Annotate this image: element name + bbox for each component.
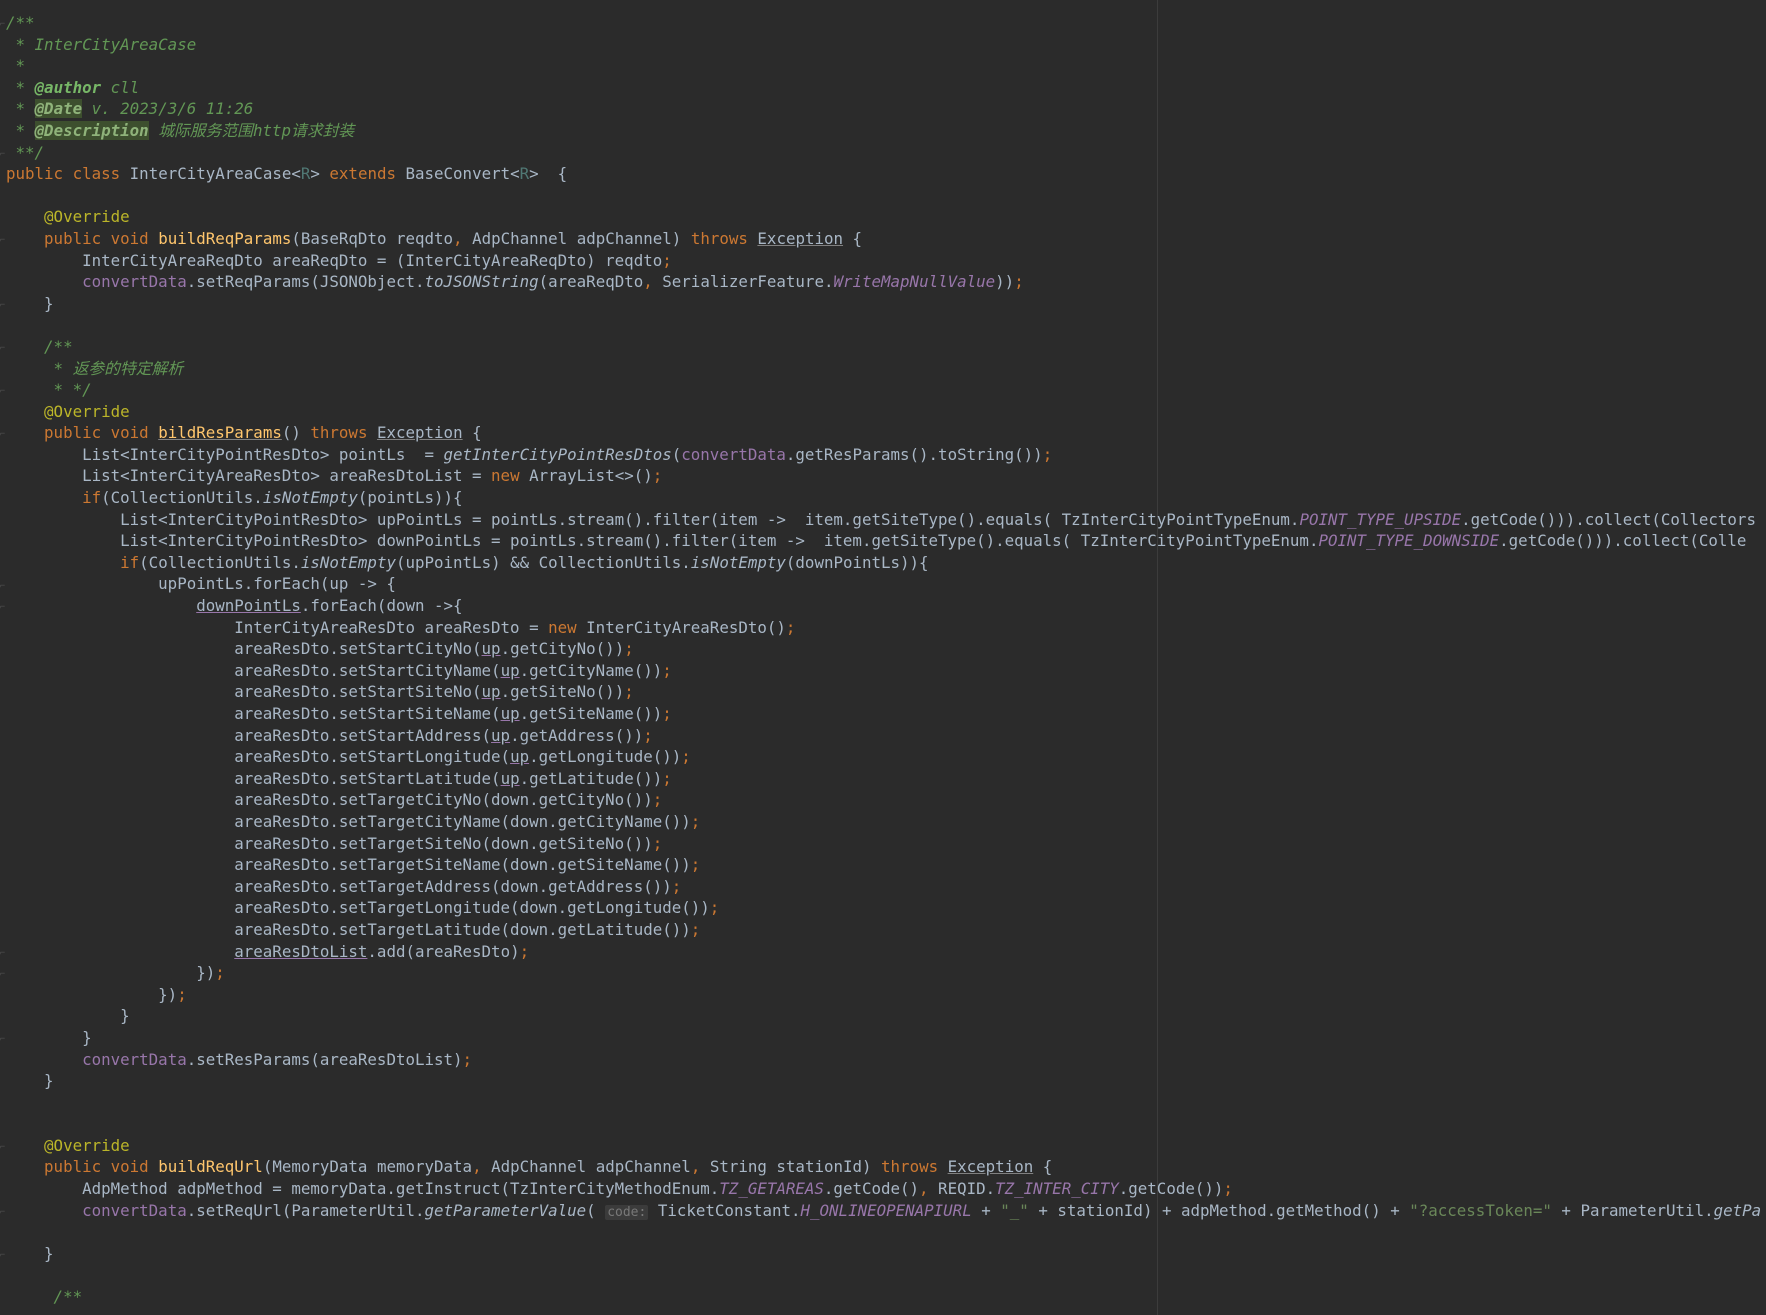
code-line[interactable]: /** xyxy=(6,1286,1761,1308)
code-line[interactable]: } xyxy=(6,1070,1761,1092)
code-line[interactable]: * @Description 城际服务范围http请求封装 xyxy=(6,120,1761,142)
code-line[interactable]: * @author cll xyxy=(6,77,1761,99)
code-line[interactable]: public void bildResParams() throws Excep… xyxy=(6,422,1761,444)
code-line[interactable]: areaResDto.setStartAddress(up.getAddress… xyxy=(6,725,1761,747)
code-editor[interactable]: ⌐ ⌐ ⌐ ⌐ ⌐ ⌐ ⌐ ⌐ ⌐ ⌐ ⌐ ⌐ ⌐ ⌐ ⌐ /** * InterCityAreaCase … xyxy=(0,0,1766,1315)
code-line[interactable]: InterCityAreaResDto areaResDto = new Int… xyxy=(6,617,1761,639)
code-line[interactable]: convertData.setReqParams(JSONObject.toJS… xyxy=(6,271,1761,293)
code-line[interactable]: areaResDto.setStartSiteName(up.getSiteNa… xyxy=(6,703,1761,725)
code-line[interactable]: if(CollectionUtils.isNotEmpty(upPointLs)… xyxy=(6,552,1761,574)
code-line[interactable]: areaResDto.setStartSiteNo(up.getSiteNo()… xyxy=(6,681,1761,703)
code-line[interactable]: areaResDto.setStartCityNo(up.getCityNo()… xyxy=(6,638,1761,660)
code-line[interactable] xyxy=(6,1221,1761,1243)
code-line[interactable]: downPointLs.forEach(down ->{ xyxy=(6,595,1761,617)
code-line[interactable]: upPointLs.forEach(up -> { xyxy=(6,573,1761,595)
code-line[interactable] xyxy=(6,1113,1761,1135)
code-line[interactable]: areaResDto.setTargetCityName(down.getCit… xyxy=(6,811,1761,833)
code-line[interactable]: areaResDto.setTargetLongitude(down.getLo… xyxy=(6,897,1761,919)
code-line[interactable]: areaResDto.setStartCityName(up.getCityNa… xyxy=(6,660,1761,682)
code-line[interactable]: * */ xyxy=(6,379,1761,401)
code-line[interactable]: convertData.setResParams(areaResDtoList)… xyxy=(6,1049,1761,1071)
code-line[interactable]: @Override xyxy=(6,401,1761,423)
code-line[interactable]: /** xyxy=(6,12,1761,34)
code-line[interactable]: List<InterCityPointResDto> downPointLs =… xyxy=(6,530,1761,552)
code-line[interactable]: public class InterCityAreaCase<R> extend… xyxy=(6,163,1761,185)
code-line[interactable]: @Override xyxy=(6,1135,1761,1157)
code-line[interactable]: * 返参的特定解析 xyxy=(6,358,1761,380)
code-line[interactable]: List<InterCityPointResDto> upPointLs = p… xyxy=(6,509,1761,531)
code-line[interactable] xyxy=(6,185,1761,207)
code-line[interactable]: areaResDto.setTargetCityNo(down.getCityN… xyxy=(6,789,1761,811)
code-line[interactable]: }); xyxy=(6,984,1761,1006)
code-line[interactable]: } xyxy=(6,293,1761,315)
code-line[interactable]: areaResDto.setTargetLatitude(down.getLat… xyxy=(6,919,1761,941)
code-line[interactable] xyxy=(6,314,1761,336)
code-line[interactable]: areaResDtoList.add(areaResDto); xyxy=(6,941,1761,963)
code-line[interactable]: areaResDto.setStartLatitude(up.getLatitu… xyxy=(6,768,1761,790)
code-line[interactable]: List<InterCityAreaResDto> areaResDtoList… xyxy=(6,465,1761,487)
code-line[interactable]: if(CollectionUtils.isNotEmpty(pointLs)){ xyxy=(6,487,1761,509)
code-line[interactable]: * xyxy=(6,55,1761,77)
code-line[interactable]: areaResDto.setStartLongitude(up.getLongi… xyxy=(6,746,1761,768)
code-line[interactable]: List<InterCityPointResDto> pointLs = get… xyxy=(6,444,1761,466)
code-line[interactable]: * InterCityAreaCase xyxy=(6,34,1761,56)
code-line[interactable]: InterCityAreaReqDto areaReqDto = (InterC… xyxy=(6,250,1761,272)
code-line[interactable]: areaResDto.setTargetAddress(down.getAddr… xyxy=(6,876,1761,898)
code-line[interactable]: AdpMethod adpMethod = memoryData.getInst… xyxy=(6,1178,1761,1200)
code-line[interactable]: areaResDto.setTargetSiteName(down.getSit… xyxy=(6,854,1761,876)
code-line[interactable]: **/ xyxy=(6,142,1761,164)
code-line[interactable]: public void buildReqParams(BaseRqDto req… xyxy=(6,228,1761,250)
code-line[interactable]: areaResDto.setTargetSiteNo(down.getSiteN… xyxy=(6,833,1761,855)
code-line[interactable]: } xyxy=(6,1027,1761,1049)
code-line[interactable] xyxy=(6,1264,1761,1286)
code-line[interactable]: }); xyxy=(6,962,1761,984)
code-area[interactable]: /** * InterCityAreaCase * * @author cll … xyxy=(6,12,1761,1308)
code-line[interactable] xyxy=(6,1092,1761,1114)
code-line[interactable]: /** xyxy=(6,336,1761,358)
code-line[interactable]: public void buildReqUrl(MemoryData memor… xyxy=(6,1156,1761,1178)
code-line[interactable]: convertData.setReqUrl(ParameterUtil.getP… xyxy=(6,1200,1761,1222)
code-line[interactable]: } xyxy=(6,1005,1761,1027)
code-line[interactable]: * @Date v. 2023/3/6 11:26 xyxy=(6,98,1761,120)
code-line[interactable]: } xyxy=(6,1243,1761,1265)
code-line[interactable]: @Override xyxy=(6,206,1761,228)
